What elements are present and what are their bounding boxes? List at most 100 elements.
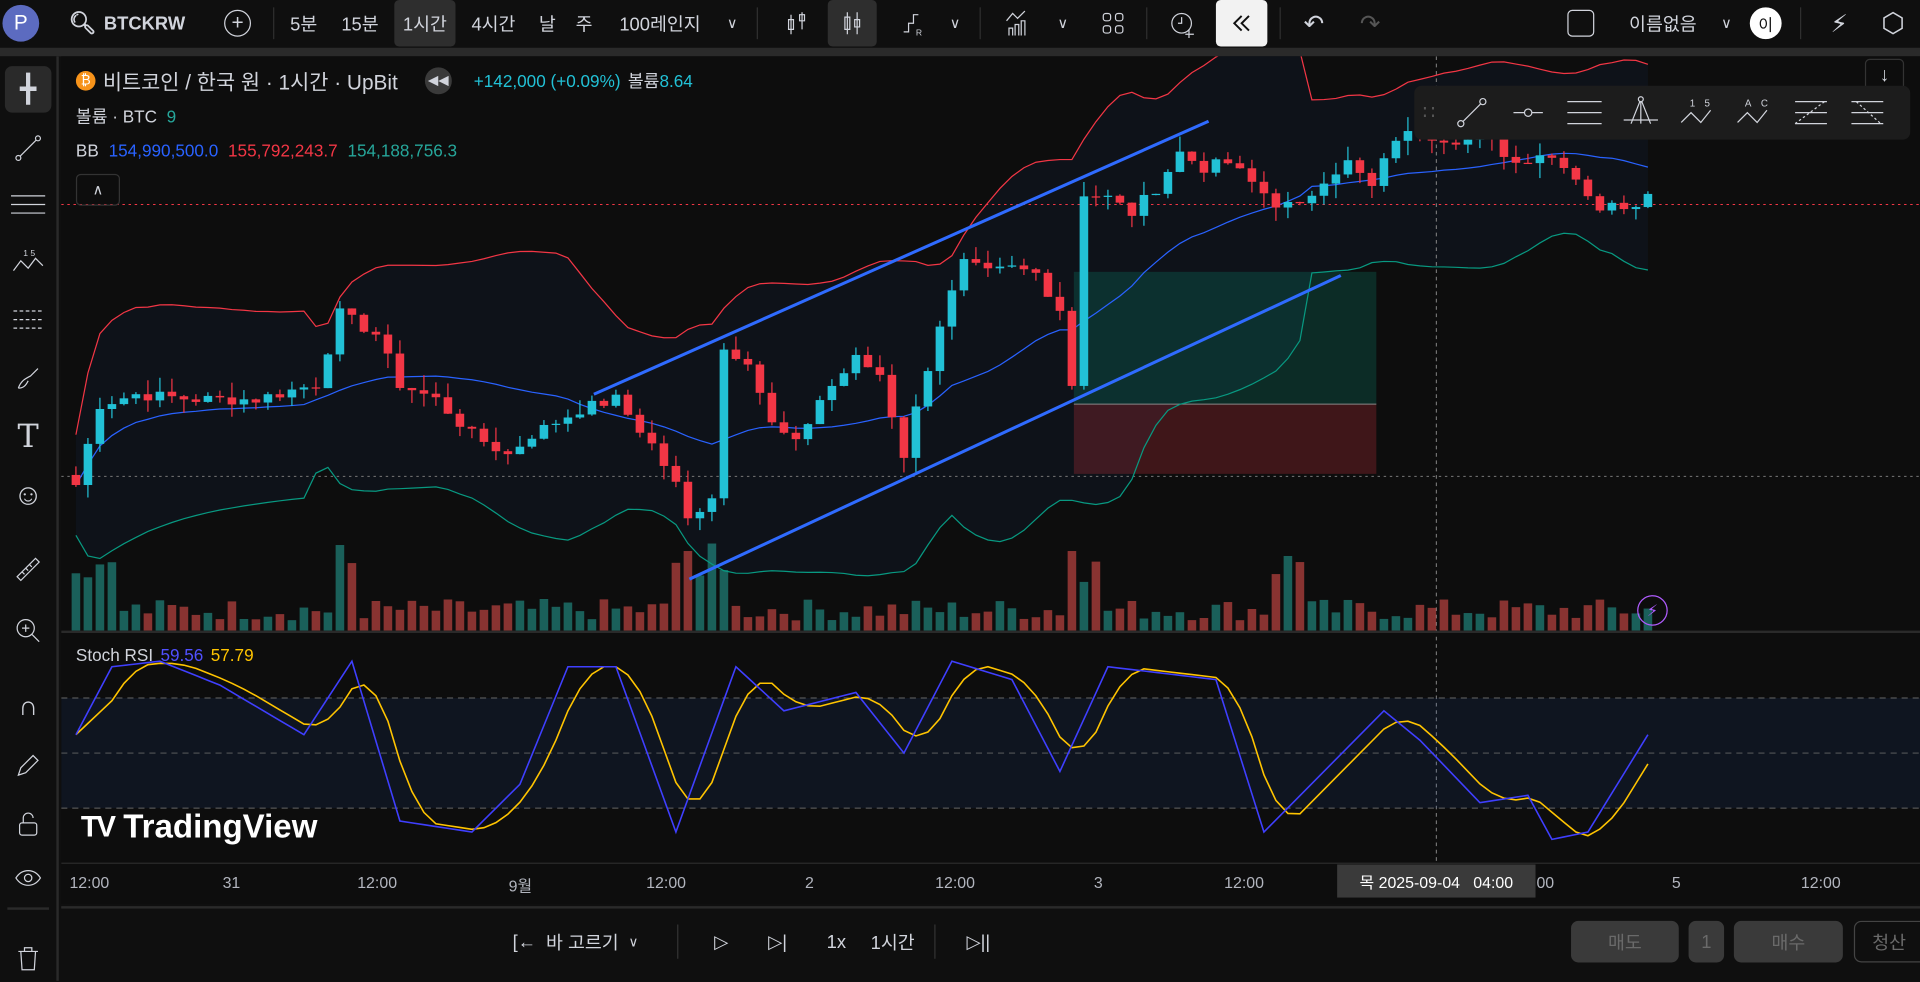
toolbar-divider (0, 47, 1920, 57)
step-forward-icon[interactable]: ▷| (762, 921, 794, 963)
layout-dropdown-icon[interactable]: ∨ (1714, 0, 1738, 47)
parallel-lines-icon[interactable] (5, 181, 52, 228)
stoch-legend[interactable]: Stoch RSI 59.56 57.79 (76, 645, 254, 665)
quick-search-lightning-icon[interactable]: ⚡︎ (1820, 0, 1859, 47)
layout-grid-icon[interactable] (1092, 0, 1134, 47)
layout-name-button[interactable]: 이름없음 (1614, 0, 1712, 47)
volume-bar (743, 617, 753, 631)
volume-bar (1019, 618, 1029, 631)
pattern-15-icon[interactable]: 15 (1669, 88, 1725, 137)
interval-4h[interactable]: 4시간 (463, 0, 524, 47)
undo-icon[interactable]: ↶ (1296, 0, 1333, 47)
interval-15m[interactable]: 15분 (336, 0, 385, 47)
volume-bar (107, 562, 117, 631)
bar-chart-type-icon[interactable] (776, 0, 818, 47)
close-position-button[interactable]: 청산 (1853, 920, 1920, 963)
brush-icon[interactable] (5, 355, 52, 402)
quantity-field[interactable]: 1 (1688, 920, 1725, 963)
crosshair-icon[interactable]: ╋ (4, 66, 52, 113)
replay-rewind-icon[interactable] (1215, 0, 1268, 47)
select-bar-button[interactable]: [← 바 고르기 ∨ (490, 921, 661, 963)
volume-bar (1235, 620, 1245, 631)
candle-body (971, 259, 981, 263)
symbol-title[interactable]: 비트코인 / 한국 원 · 1시간 · UpBit (103, 65, 398, 96)
interval-100range[interactable]: 100레인지 (610, 0, 710, 47)
alert-clock-icon[interactable] (1161, 0, 1205, 47)
parallel-channel-icon[interactable] (1556, 88, 1612, 137)
candle-body (875, 367, 885, 375)
sell-button[interactable]: 매도 (1571, 920, 1679, 963)
fib-retracement-icon[interactable] (1782, 88, 1838, 137)
trash-icon[interactable] (5, 936, 52, 982)
renko-chart-type-icon[interactable]: R (891, 0, 933, 47)
abcd-pattern-icon[interactable]: AC (1725, 88, 1781, 137)
candle-body (803, 424, 813, 440)
chart-canvas[interactable] (61, 56, 1920, 903)
chart-pane[interactable] (61, 56, 1920, 904)
candle-body (647, 432, 657, 444)
volume-bar (1067, 551, 1077, 631)
jump-to-realtime-icon[interactable]: ▷|| (960, 921, 997, 963)
interval-5m[interactable]: 5분 (284, 0, 323, 47)
time-axis-label: 3 (1093, 873, 1103, 892)
eye-icon[interactable] (5, 855, 52, 902)
buy-button[interactable]: 매수 (1733, 920, 1843, 963)
pattern-icon[interactable]: 1 5 (5, 238, 52, 285)
text-tool-icon[interactable]: T (5, 414, 52, 461)
fib-icon[interactable] (5, 296, 52, 343)
candle-chart-type-icon[interactable] (827, 0, 877, 47)
volume-bar (587, 619, 597, 631)
time-axis-label: 12:00 (357, 873, 398, 892)
main-legend: ₿ 비트코인 / 한국 원 · 1시간 · UpBit ◀◀ +142,000 … (75, 65, 693, 96)
candle-body (611, 394, 621, 406)
fib-extension-icon[interactable] (1838, 88, 1894, 137)
magnet-icon[interactable]: ∩ (5, 683, 52, 730)
replay-interval-button[interactable]: 1시간 (862, 921, 923, 963)
bb-legend[interactable]: BB 154,990,500.0 155,792,243.7 154,188,756.… (76, 141, 457, 161)
volume-bar (707, 543, 717, 631)
lightning-event-icon[interactable]: ⚡︎ (1637, 595, 1668, 626)
time-axis-label: 31 (222, 873, 241, 892)
volume-bar (887, 604, 897, 631)
compare-symbol-button[interactable]: + (220, 0, 254, 47)
collapse-legend-chevron-icon[interactable]: ∧ (75, 173, 121, 206)
volume-bar (983, 611, 993, 631)
interval-week[interactable]: 주 (571, 0, 598, 47)
trend-line-icon[interactable] (5, 125, 52, 172)
volume-indicator-legend[interactable]: 볼륨 · BTC 9 (76, 104, 176, 128)
profile-button[interactable]: P (0, 0, 42, 47)
symbol-search-button[interactable]: 🔍︎ BTCKRW (69, 0, 204, 47)
interval-day[interactable]: 날 (534, 0, 561, 47)
ruler-icon[interactable] (5, 546, 52, 593)
save-checkbox-icon[interactable] (1565, 0, 1597, 47)
candle-body (1535, 155, 1545, 164)
lock-icon[interactable] (5, 801, 52, 848)
volume-bar (815, 609, 825, 631)
indicators-dropdown-icon[interactable]: ∨ (1051, 0, 1075, 47)
candle-body (1571, 167, 1581, 180)
candle-body (263, 394, 273, 403)
indicators-icon[interactable] (997, 0, 1039, 47)
volume-bar (1295, 562, 1305, 631)
settings-hexagon-icon[interactable]: ⬡ (1873, 0, 1912, 47)
user-avatar-button[interactable]: 이 (1749, 0, 1783, 47)
redo-icon[interactable]: ↷ (1352, 0, 1389, 47)
speed-button[interactable]: 1x (818, 921, 855, 963)
interval-1h[interactable]: 1시간 (394, 0, 456, 47)
volume-bar (1283, 555, 1293, 631)
pitchfork-icon[interactable] (1613, 88, 1669, 137)
chart-type-dropdown-icon[interactable]: ∨ (943, 0, 967, 47)
lock-pencil-icon[interactable] (5, 742, 52, 789)
horizontal-ray-icon[interactable] (1500, 88, 1556, 137)
candle-body (743, 358, 753, 365)
rewind-icon[interactable]: ◀◀ (424, 66, 452, 94)
trend-line-tool-icon[interactable] (1444, 88, 1500, 137)
interval-dropdown-chevron-icon[interactable]: ∨ (720, 0, 744, 47)
volume-bar (1379, 618, 1389, 631)
play-icon[interactable]: ▷ (705, 921, 737, 963)
zoom-in-icon[interactable] (5, 607, 52, 654)
candle-body (1403, 131, 1413, 141)
drag-handle-icon[interactable]: ∷ (1414, 88, 1443, 137)
emoji-icon[interactable]: ☺ (5, 473, 52, 520)
volume-bar (827, 620, 837, 631)
